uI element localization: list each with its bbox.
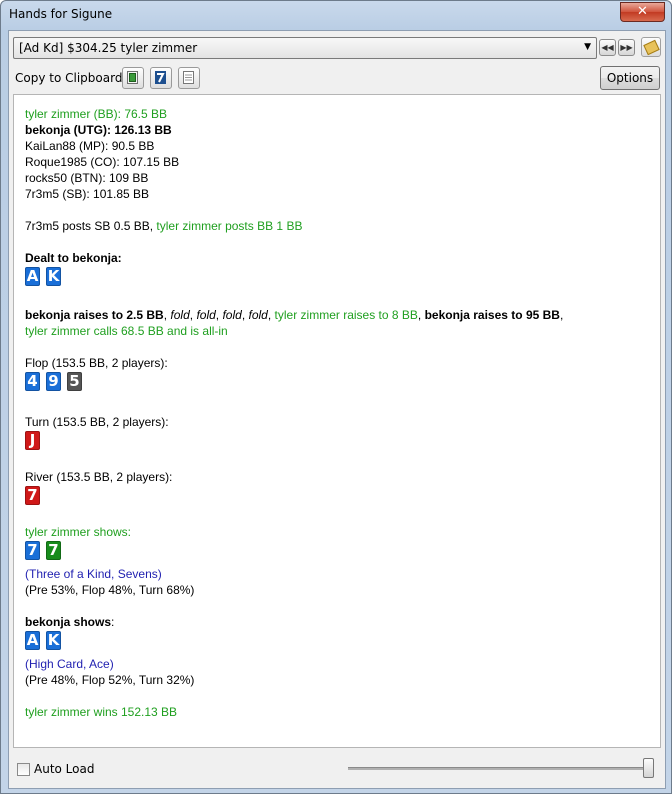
slider-track[interactable] <box>348 767 650 770</box>
tag-icon <box>643 39 660 56</box>
river-cards: 7 <box>25 486 46 506</box>
card: 7 <box>25 541 40 560</box>
prev-icon: ◀◀ <box>601 43 614 52</box>
card: A <box>25 631 40 650</box>
close-button[interactable]: ✕ <box>620 2 665 22</box>
copy-twoplustwo-icon <box>155 71 166 84</box>
equity-line: (Pre 48%, Flop 52%, Turn 32%) <box>25 673 195 687</box>
card: 7 <box>46 541 61 560</box>
card: K <box>46 267 61 286</box>
next-icon: ▶▶ <box>620 43 633 52</box>
turn-label: Turn (153.5 BB, 2 players): <box>25 415 169 429</box>
seat-line: rocks50 (BTN): 109 BB <box>25 171 149 185</box>
card: J <box>25 431 40 450</box>
next-hand-button[interactable]: ▶▶ <box>618 39 635 56</box>
auto-load-checkbox[interactable] <box>17 763 30 776</box>
app-window: Hands for Sigune ✕ [Ad Kd] $304.25 tyler… <box>0 0 672 794</box>
hand-select-dropdown[interactable]: [Ad Kd] $304.25 tyler zimmer ▼ <box>13 37 597 59</box>
dealt-label: Dealt to bekonja: <box>25 251 122 265</box>
card: 9 <box>46 372 61 391</box>
blinds-line: 7r3m5 posts SB 0.5 BB, tyler zimmer post… <box>25 219 303 233</box>
copy-text-icon <box>183 71 194 84</box>
equity-line: (Pre 53%, Flop 48%, Turn 68%) <box>25 583 195 597</box>
seat-line: KaiLan88 (MP): 90.5 BB <box>25 139 155 153</box>
seat-line: tyler zimmer (BB): 76.5 BB <box>25 107 168 121</box>
card: 4 <box>25 372 40 391</box>
card: 5 <box>67 372 82 391</box>
flop-cards: 495 <box>25 372 88 392</box>
showdown-cards: 77 <box>25 541 67 561</box>
preflop-actions-cont: tyler zimmer calls 68.5 BB and is all-in <box>25 324 228 338</box>
slider-thumb[interactable] <box>643 758 654 778</box>
seat-line: Roque1985 (CO): 107.15 BB <box>25 155 180 169</box>
window-title: Hands for Sigune <box>9 7 113 21</box>
showdown-label: bekonja shows: <box>25 615 115 629</box>
copy-forum-button[interactable] <box>122 67 144 89</box>
card: A <box>25 267 40 286</box>
copy-text-button[interactable] <box>178 67 200 89</box>
preflop-actions: bekonja raises to 2.5 BB, fold, fold, fo… <box>25 308 564 322</box>
hero-cards: AK <box>25 267 67 287</box>
card: K <box>46 631 61 650</box>
seat-line-hero: bekonja (UTG): 126.13 BB <box>25 123 172 137</box>
flop-label: Flop (153.5 BB, 2 players): <box>25 356 168 370</box>
hand-rank: (High Card, Ace) <box>25 657 114 671</box>
river-label: River (153.5 BB, 2 players): <box>25 470 173 484</box>
title-bar[interactable]: Hands for Sigune ✕ <box>1 1 671 27</box>
footer-bar: Auto Load <box>13 753 661 783</box>
options-button[interactable]: Options <box>600 66 660 90</box>
card: 7 <box>25 486 40 505</box>
copy-to-clipboard-label: Copy to Clipboard: <box>15 71 127 85</box>
copy-twoplustwo-button[interactable] <box>150 67 172 89</box>
result-line: tyler zimmer wins 152.13 BB <box>25 705 178 719</box>
chevron-down-icon: ▼ <box>584 42 591 52</box>
tag-hand-button[interactable] <box>641 37 661 57</box>
seat-line: 7r3m5 (SB): 101.85 BB <box>25 187 150 201</box>
turn-cards: J <box>25 431 46 451</box>
hand-select-value: [Ad Kd] $304.25 tyler zimmer <box>19 41 198 55</box>
hand-history-view[interactable]: tyler zimmer (BB): 76.5 BB bekonja (UTG)… <box>13 94 661 748</box>
showdown-cards: AK <box>25 631 67 651</box>
main-panel: [Ad Kd] $304.25 tyler zimmer ▼ ◀◀ ▶▶ Cop… <box>8 30 666 789</box>
auto-load-label[interactable]: Auto Load <box>34 762 94 776</box>
prev-hand-button[interactable]: ◀◀ <box>599 39 616 56</box>
hand-rank: (Three of a Kind, Sevens) <box>25 567 162 581</box>
showdown-label: tyler zimmer shows: <box>25 525 132 539</box>
copy-forum-icon <box>127 71 138 84</box>
